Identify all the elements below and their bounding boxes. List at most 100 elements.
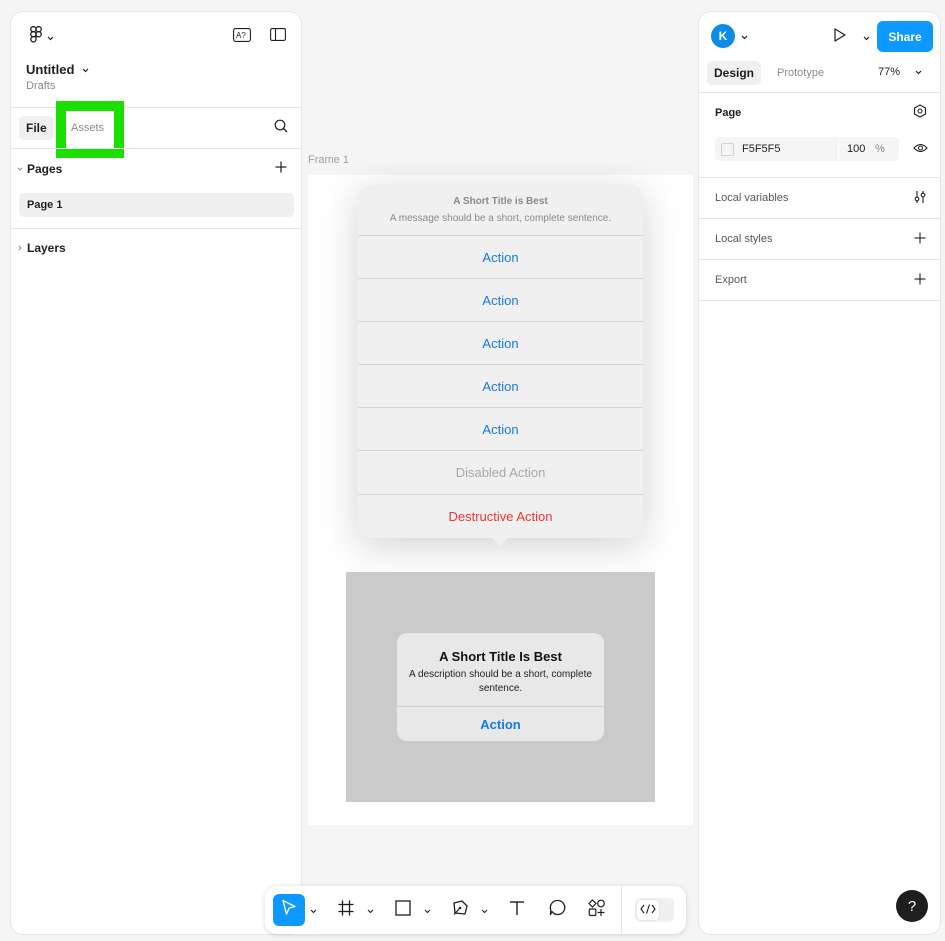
action-sheet-popover[interactable]: A Short Title is Best A message should b…: [358, 185, 643, 538]
pen-icon: [452, 899, 469, 921]
rectangle-icon: [395, 899, 411, 921]
open-variables-button[interactable]: [909, 190, 931, 208]
user-menu-button[interactable]: K: [711, 24, 748, 48]
alert-action-button[interactable]: Action: [397, 706, 604, 741]
page-section-label: Page: [715, 107, 742, 119]
code-icon: [640, 901, 656, 919]
action-label: Action: [482, 378, 519, 394]
pages-label: Pages: [27, 162, 63, 176]
popover-destructive-action[interactable]: Destructive Action: [358, 494, 643, 537]
text-ai-icon: A?: [233, 27, 251, 47]
avatar-initial: K: [718, 29, 728, 43]
figma-menu-button[interactable]: [26, 26, 58, 47]
comment-icon: [549, 899, 566, 921]
zoom-dropdown[interactable]: 77%: [878, 66, 922, 78]
actions-tool[interactable]: [581, 894, 613, 926]
text-icon: [509, 900, 525, 921]
tab-design[interactable]: Design: [707, 61, 762, 85]
ai-actions-button[interactable]: A?: [231, 27, 253, 47]
present-options-button[interactable]: [859, 30, 873, 44]
file-title: Untitled: [26, 61, 75, 77]
frame-tool-menu[interactable]: [365, 905, 375, 915]
search-button[interactable]: [270, 117, 292, 139]
divider: [11, 107, 301, 108]
popover-action-button[interactable]: Action: [358, 364, 643, 407]
pages-header[interactable]: Pages: [15, 162, 62, 176]
action-label: Disabled Action: [455, 464, 546, 480]
file-location[interactable]: Drafts: [26, 80, 55, 92]
text-tool[interactable]: [501, 894, 533, 926]
move-tool[interactable]: [273, 894, 305, 926]
tab-design-label: Design: [714, 66, 755, 80]
tab-assets-label: Assets: [71, 122, 105, 134]
page-opacity-value[interactable]: 100: [847, 143, 875, 155]
share-button[interactable]: Share: [877, 21, 933, 52]
popover-action-button[interactable]: Action: [358, 235, 643, 278]
local-styles-label[interactable]: Local styles: [715, 233, 772, 245]
page-color-swatch[interactable]: [721, 142, 734, 156]
divider: [699, 259, 940, 260]
tab-assets[interactable]: Assets: [64, 116, 111, 140]
alert-action-label: Action: [480, 716, 521, 732]
help-button[interactable]: ?: [896, 890, 928, 922]
svg-text:A?: A?: [236, 31, 246, 40]
chevron-down-icon: [15, 167, 25, 171]
page-visibility-options-button[interactable]: [909, 103, 931, 122]
tab-file[interactable]: File: [19, 116, 54, 140]
export-label[interactable]: Export: [715, 274, 747, 286]
action-label: Action: [482, 249, 519, 265]
alert-dialog[interactable]: A Short Title Is Best A description shou…: [397, 633, 604, 741]
frame-label[interactable]: Frame 1: [308, 154, 349, 166]
sliders-icon: [913, 190, 927, 209]
popover-action-button[interactable]: Action: [358, 407, 643, 450]
toggle-sidebar-button[interactable]: [267, 27, 289, 47]
action-label: Action: [482, 335, 519, 351]
chevron-right-icon: [15, 245, 25, 251]
left-sidebar: A? Untitled Drafts File Assets Pages Pag…: [10, 11, 302, 935]
shape-tool[interactable]: [387, 894, 419, 926]
action-label: Destructive Action: [448, 508, 553, 524]
zoom-value: 77%: [878, 66, 901, 78]
pen-tool[interactable]: [444, 894, 476, 926]
chevron-down-icon: [741, 27, 748, 45]
popover-action-button[interactable]: Action: [358, 321, 643, 364]
move-tool-menu[interactable]: [308, 905, 318, 915]
dev-mode-toggle[interactable]: [635, 898, 674, 922]
toolbar-divider: [621, 886, 622, 934]
frame-tool[interactable]: [330, 894, 362, 926]
page-color-field[interactable]: F5F5F5 100 %: [715, 137, 899, 161]
divider: [699, 218, 940, 219]
local-variables-label[interactable]: Local variables: [715, 192, 788, 204]
add-page-button[interactable]: [270, 158, 292, 180]
plus-icon: [275, 160, 287, 178]
chevron-down-icon: [82, 60, 89, 78]
popover-title: A Short Title is Best: [453, 196, 548, 207]
tab-prototype-label: Prototype: [777, 67, 825, 79]
search-icon: [274, 119, 288, 138]
layers-header[interactable]: Layers: [15, 241, 66, 255]
alert-title: A Short Title Is Best: [439, 649, 562, 664]
tab-file-label: File: [26, 121, 47, 135]
popover-action-button[interactable]: Action: [358, 278, 643, 321]
chevron-down-icon: [47, 28, 54, 46]
action-label: Action: [482, 292, 519, 308]
present-button[interactable]: [829, 26, 851, 48]
help-icon: ?: [907, 897, 917, 915]
chevron-down-icon: [424, 901, 431, 919]
shape-tool-menu[interactable]: [422, 905, 432, 915]
add-style-button[interactable]: [909, 231, 931, 249]
plus-icon: [914, 231, 926, 249]
page-item[interactable]: Page 1: [19, 193, 294, 217]
chevron-down-icon: [310, 901, 317, 919]
page-item-label: Page 1: [27, 199, 63, 211]
dev-mode-knob: [636, 899, 660, 921]
file-title-button[interactable]: Untitled: [26, 60, 89, 78]
tab-prototype[interactable]: Prototype: [770, 61, 831, 85]
toggle-page-visibility-button[interactable]: [909, 140, 931, 158]
add-export-button[interactable]: [909, 272, 931, 290]
pen-tool-menu[interactable]: [479, 905, 489, 915]
page-color-value[interactable]: F5F5F5: [742, 143, 838, 155]
right-sidebar: K Share Design Prototype 77% Page F5F5F5…: [698, 11, 941, 935]
comment-tool[interactable]: [541, 894, 573, 926]
eye-icon: [912, 140, 928, 158]
